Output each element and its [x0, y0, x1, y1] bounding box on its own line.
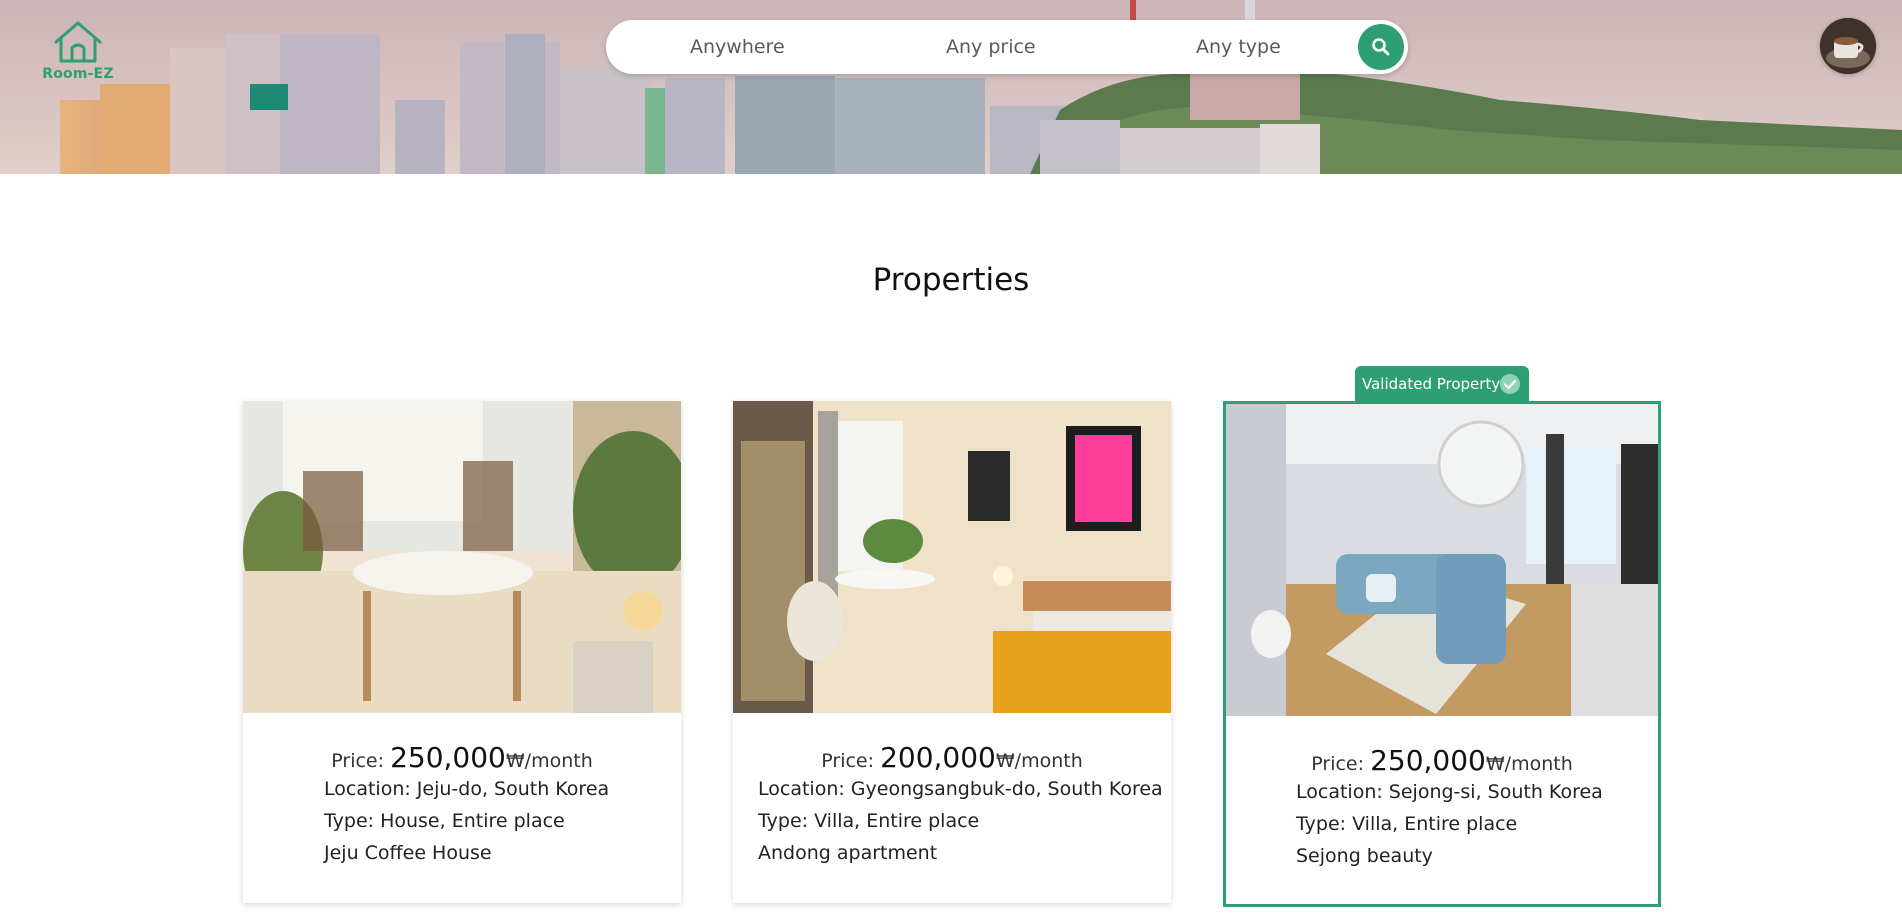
price-unit: ₩/month — [1485, 753, 1573, 775]
price-value: 250,000 — [390, 741, 506, 774]
hero-banner: Room-EZ Anywhere Any price Any type — [0, 0, 1902, 174]
property-photo — [733, 401, 1171, 713]
search-button[interactable] — [1358, 24, 1404, 70]
property-location: Location: Jeju-do, South Korea — [324, 778, 610, 800]
room-ez-logo[interactable]: Room-EZ — [38, 20, 118, 88]
price-line: Price: 200,000₩/month — [733, 741, 1171, 774]
price-filter[interactable]: Any price — [946, 20, 1036, 74]
price-line: Price: 250,000₩/month — [1226, 744, 1658, 777]
property-location: Location: Gyeongsangbuk-do, South Korea — [758, 778, 1163, 800]
property-name: Sejong beauty — [1296, 845, 1433, 867]
search-icon — [1372, 38, 1390, 56]
price-line: Price: 250,000₩/month — [243, 741, 681, 774]
price-unit: ₩/month — [995, 750, 1083, 772]
price-unit: ₩/month — [505, 750, 593, 772]
validated-property-badge: Validated Property — [1355, 366, 1529, 402]
property-details: Price: 250,000₩/month Location: Jeju-do,… — [243, 713, 681, 869]
price-value: 250,000 — [1370, 744, 1486, 777]
price-label: Price: — [331, 750, 385, 772]
property-type: Type: Villa, Entire place — [1296, 813, 1518, 835]
property-card[interactable]: Price: 250,000₩/month Location: Jeju-do,… — [243, 401, 681, 903]
validated-label: Validated Property — [1362, 375, 1501, 393]
property-details: Price: 250,000₩/month Location: Sejong-s… — [1226, 716, 1658, 872]
property-card[interactable]: Price: 250,000₩/month Location: Sejong-s… — [1223, 401, 1661, 907]
house-icon — [54, 21, 102, 63]
property-card[interactable]: Price: 200,000₩/month Location: Gyeongsa… — [733, 401, 1171, 903]
property-photo — [1226, 404, 1658, 716]
property-location: Location: Sejong-si, South Korea — [1296, 781, 1603, 803]
logo-text: Room-EZ — [42, 66, 114, 82]
property-name: Jeju Coffee House — [324, 842, 492, 864]
price-label: Price: — [821, 750, 875, 772]
search-bar: Anywhere Any price Any type — [606, 20, 1408, 74]
price-value: 200,000 — [880, 741, 996, 774]
price-label: Price: — [1311, 753, 1365, 775]
property-photo — [243, 401, 681, 713]
page-title: Properties — [872, 262, 1030, 298]
verified-check-icon — [1500, 374, 1520, 394]
property-name: Andong apartment — [758, 842, 938, 864]
location-filter[interactable]: Anywhere — [690, 20, 785, 74]
property-type: Type: House, Entire place — [324, 810, 565, 832]
user-avatar[interactable] — [1820, 18, 1876, 74]
type-filter[interactable]: Any type — [1196, 20, 1281, 74]
property-details: Price: 200,000₩/month Location: Gyeongsa… — [733, 713, 1171, 869]
coffee-cup-avatar-image — [1820, 18, 1876, 74]
property-type: Type: Villa, Entire place — [758, 810, 980, 832]
